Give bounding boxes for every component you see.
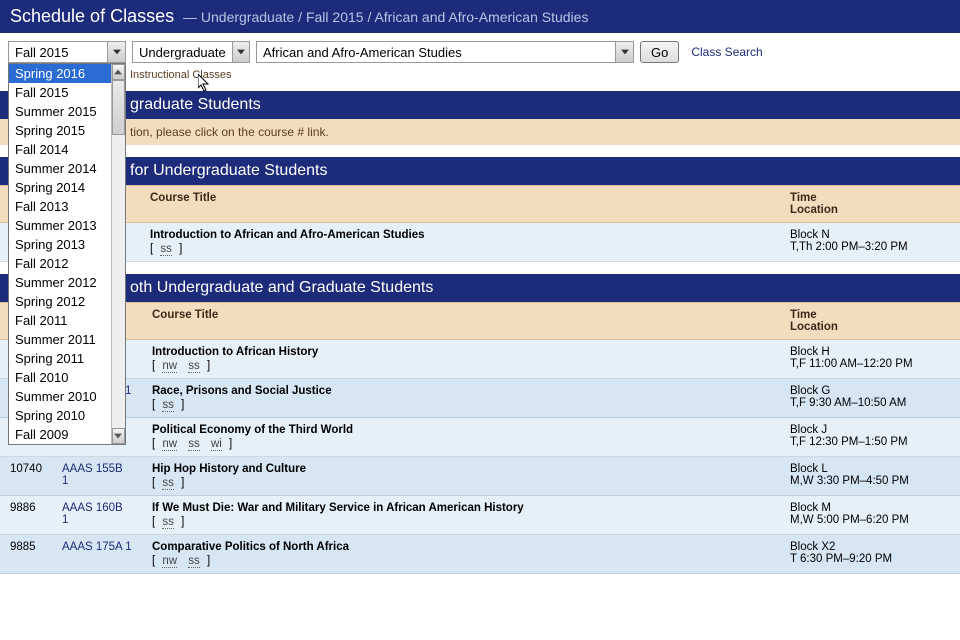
table-row: 10740 AAAS 155B 1 Hip Hop History and Cult… (0, 457, 960, 496)
chevron-down-icon[interactable] (232, 42, 249, 62)
level-select[interactable]: Undergraduate (132, 41, 250, 63)
term-dropdown-list[interactable]: Spring 2016Fall 2015Summer 2015Spring 20… (8, 63, 126, 445)
col-time: TimeLocation (780, 186, 960, 223)
course-title: Comparative Politics of North Africa (152, 541, 349, 553)
table-row: Introduction to African and Afro-America… (0, 223, 960, 262)
course-title: Introduction to African History (152, 346, 318, 358)
course-tag[interactable]: ss (188, 438, 200, 451)
class-id: 9885 (0, 535, 52, 574)
term-option[interactable]: Fall 2009 (9, 425, 111, 444)
course-tag[interactable]: wi (211, 438, 222, 451)
term-option[interactable]: Fall 2014 (9, 140, 111, 159)
table-row: 9885 AAAS 175A 1 Comparative Politics of N… (0, 535, 960, 574)
chevron-down-icon[interactable] (107, 42, 125, 62)
term-option[interactable]: Summer 2011 (9, 330, 111, 349)
col-title: Course Title (142, 303, 780, 340)
term-option[interactable]: Spring 2011 (9, 349, 111, 368)
term-option[interactable]: Fall 2012 (9, 254, 111, 273)
term-select[interactable]: Fall 2015 (8, 41, 126, 63)
term-option[interactable]: Spring 2015 (9, 121, 111, 140)
section-header-1: graduate Students (0, 91, 960, 119)
table-row: 10732AAAS 118B 1Race, Prisons and Social… (0, 379, 960, 418)
time-cell: Block LM,W 3:30 PM–4:50 PM (780, 457, 960, 496)
section-header-2: for Undergraduate Students (0, 157, 960, 185)
course-tag[interactable]: ss (188, 360, 200, 373)
col-time: TimeLocation (780, 303, 960, 340)
classes-table-2: Course Title TimeLocation Introduction t… (0, 185, 960, 262)
course-tag[interactable]: ss (160, 243, 172, 256)
table-row: 9886 AAAS 160B 1 If We Must Die: War and M… (0, 496, 960, 535)
course-title: Political Economy of the Third World (152, 424, 353, 436)
filter-controls: Fall 2015 Undergraduate African and Afro… (0, 33, 960, 67)
course-tag[interactable]: ss (162, 516, 174, 529)
dept-select[interactable]: African and Afro-American Studies (256, 41, 634, 63)
term-option[interactable]: Spring 2016 (9, 64, 111, 83)
course-tag[interactable]: ss (162, 399, 174, 412)
term-option[interactable]: Fall 2015 (9, 83, 111, 102)
term-option[interactable]: Fall 2013 (9, 197, 111, 216)
scroll-down-icon[interactable] (112, 428, 125, 444)
scroll-thumb[interactable] (112, 80, 125, 135)
term-option[interactable]: Summer 2012 (9, 273, 111, 292)
time-cell: Block X2T 6:30 PM–9:20 PM (780, 535, 960, 574)
classes-table-3: Course Title TimeLocation Introduction t… (0, 302, 960, 574)
course-link[interactable]: AAAS 155B 1 (62, 463, 123, 487)
scroll-up-icon[interactable] (112, 64, 125, 80)
breadcrumb: Undergraduate / Fall 2015 / African and … (201, 9, 589, 25)
chevron-down-icon[interactable] (615, 42, 633, 62)
term-option[interactable]: Spring 2010 (9, 406, 111, 425)
class-id: 10740 (0, 457, 52, 496)
page-title: Schedule of Classes (10, 6, 174, 26)
time-cell: Block GT,F 9:30 AM–10:50 AM (780, 379, 960, 418)
class-id: 9886 (0, 496, 52, 535)
section-info-1: tion, please click on the course # link. (0, 119, 960, 145)
course-tag[interactable]: nw (162, 555, 177, 568)
instructional-label: Instructional Classes (0, 67, 960, 91)
course-link[interactable]: AAAS 160B 1 (62, 502, 123, 526)
term-option[interactable]: Spring 2014 (9, 178, 111, 197)
course-title: Introduction to African and Afro-America… (150, 229, 425, 241)
page-title-bar: Schedule of Classes — Undergraduate / Fa… (0, 0, 960, 33)
term-option[interactable]: Summer 2013 (9, 216, 111, 235)
course-title: Race, Prisons and Social Justice (152, 385, 332, 397)
scrollbar[interactable] (111, 64, 125, 444)
course-tag[interactable]: nw (162, 438, 177, 451)
time-cell: Block MM,W 5:00 PM–6:20 PM (780, 496, 960, 535)
term-option[interactable]: Fall 2011 (9, 311, 111, 330)
course-tag[interactable]: nw (162, 360, 177, 373)
course-tag[interactable]: ss (162, 477, 174, 490)
course-title: Hip Hop History and Culture (152, 463, 306, 475)
section-header-3: oth Undergraduate and Graduate Students (0, 274, 960, 302)
class-search-link[interactable]: Class Search (691, 45, 762, 59)
time-cell: Block NT,Th 2:00 PM–3:20 PM (780, 223, 960, 262)
term-option[interactable]: Spring 2012 (9, 292, 111, 311)
term-option[interactable]: Summer 2015 (9, 102, 111, 121)
table-row: 6552AAAS 126B 1Political Economy of the … (0, 418, 960, 457)
table-row: Introduction to African History[ nw ss ]… (0, 340, 960, 379)
col-title: Course Title (140, 186, 780, 223)
term-option[interactable]: Fall 2010 (9, 368, 111, 387)
term-option[interactable]: Summer 2014 (9, 159, 111, 178)
go-button[interactable]: Go (640, 41, 679, 63)
term-option[interactable]: Summer 2010 (9, 387, 111, 406)
course-tag[interactable]: ss (188, 555, 200, 568)
term-option[interactable]: Spring 2013 (9, 235, 111, 254)
time-cell: Block HT,F 11:00 AM–12:20 PM (780, 340, 960, 379)
course-link[interactable]: AAAS 175A 1 (62, 541, 132, 553)
time-cell: Block JT,F 12:30 PM–1:50 PM (780, 418, 960, 457)
course-title: If We Must Die: War and Military Service… (152, 502, 524, 514)
